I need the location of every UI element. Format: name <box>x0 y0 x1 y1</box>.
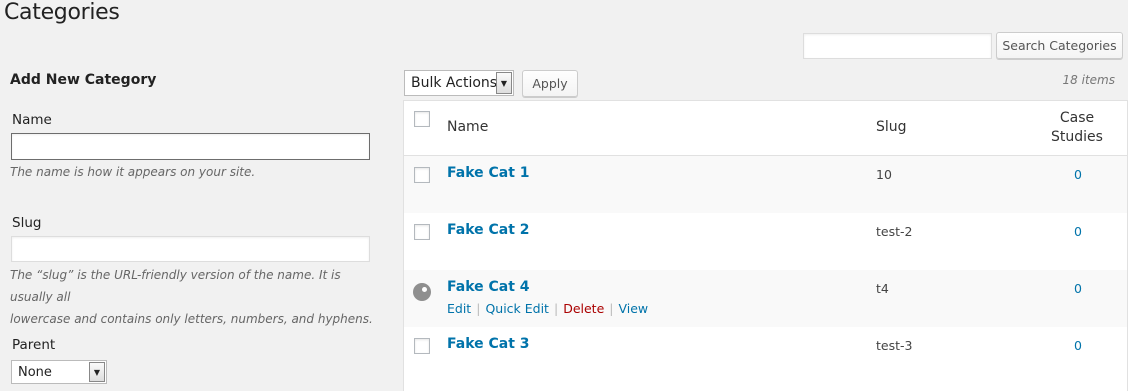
slug-help-line-2: lowercase and contains only letters, num… <box>10 312 373 326</box>
edit-link[interactable]: Edit <box>447 301 471 316</box>
row-checkbox[interactable] <box>414 224 430 240</box>
column-header-case-studies[interactable]: Case Studies <box>1047 109 1107 147</box>
column-header-name[interactable]: Name <box>447 119 488 135</box>
category-slug: test-3 <box>876 338 913 353</box>
separator: | <box>609 301 614 316</box>
table-row: Fake Cat 1 10 0 <box>404 156 1127 213</box>
case-studies-count-link[interactable]: 0 <box>1074 281 1082 296</box>
column-header-slug[interactable]: Slug <box>876 119 907 135</box>
search-categories-button[interactable]: Search Categories <box>996 32 1123 59</box>
separator: | <box>553 301 559 316</box>
category-slug: 10 <box>876 167 892 182</box>
row-checkbox[interactable] <box>414 167 430 183</box>
category-slug: test-2 <box>876 224 913 239</box>
items-count: 18 items <box>1062 73 1115 87</box>
add-new-category-heading: Add New Category <box>10 72 157 88</box>
bulk-actions-select[interactable]: Bulk Actions ▼ <box>404 70 514 96</box>
name-label: Name <box>12 112 52 128</box>
slug-help-text: The “slug” is the URL-friendly version o… <box>10 264 380 330</box>
case-studies-count-link[interactable]: 0 <box>1074 224 1082 239</box>
case-studies-count-link[interactable]: 0 <box>1074 167 1082 182</box>
table-row: Fake Cat 3 test-3 0 <box>404 327 1127 384</box>
slug-help-line-1: The “slug” is the URL-friendly version o… <box>10 268 341 304</box>
separator: | <box>476 301 481 316</box>
bulk-actions-value: Bulk Actions <box>411 75 498 91</box>
view-link[interactable]: View <box>618 301 648 316</box>
slug-field[interactable] <box>11 236 370 262</box>
loading-spinner-icon <box>413 283 431 301</box>
case-header-line-1: Case <box>1059 110 1095 126</box>
delete-link[interactable]: Delete <box>563 301 604 316</box>
parent-select[interactable]: None ▼ <box>11 360 107 384</box>
categories-table: Name Slug Case Studies Fake Cat 1 10 0 F… <box>403 100 1128 391</box>
apply-button[interactable]: Apply <box>522 70 578 97</box>
select-all-checkbox[interactable] <box>414 111 430 127</box>
chevron-down-icon: ▼ <box>496 72 512 94</box>
parent-label: Parent <box>12 337 56 353</box>
case-header-line-2: Studies <box>1051 129 1103 145</box>
table-row: Fake Cat 2 test-2 0 <box>404 213 1127 270</box>
table-row: Fake Cat 4 t4 0 Edit | Quick Edit | Delete | V… <box>404 270 1127 327</box>
search-input[interactable] <box>803 33 992 59</box>
row-actions: Edit | Quick Edit | Delete | View <box>447 301 648 316</box>
category-slug: t4 <box>876 281 889 296</box>
table-header: Name Slug Case Studies <box>404 101 1127 156</box>
category-name-link[interactable]: Fake Cat 2 <box>447 222 530 238</box>
case-studies-count-link[interactable]: 0 <box>1074 338 1082 353</box>
quick-edit-link[interactable]: Quick Edit <box>485 301 549 316</box>
parent-select-value: None <box>18 364 52 380</box>
name-field[interactable] <box>11 133 370 160</box>
name-help-text: The name is how it appears on your site. <box>10 165 256 179</box>
slug-label: Slug <box>12 215 42 231</box>
row-checkbox[interactable] <box>414 338 430 354</box>
category-name-link[interactable]: Fake Cat 1 <box>447 165 530 181</box>
page-title: Categories <box>4 0 120 25</box>
chevron-down-icon: ▼ <box>89 362 105 382</box>
category-name-link[interactable]: Fake Cat 4 <box>447 279 530 295</box>
category-name-link[interactable]: Fake Cat 3 <box>447 336 530 352</box>
